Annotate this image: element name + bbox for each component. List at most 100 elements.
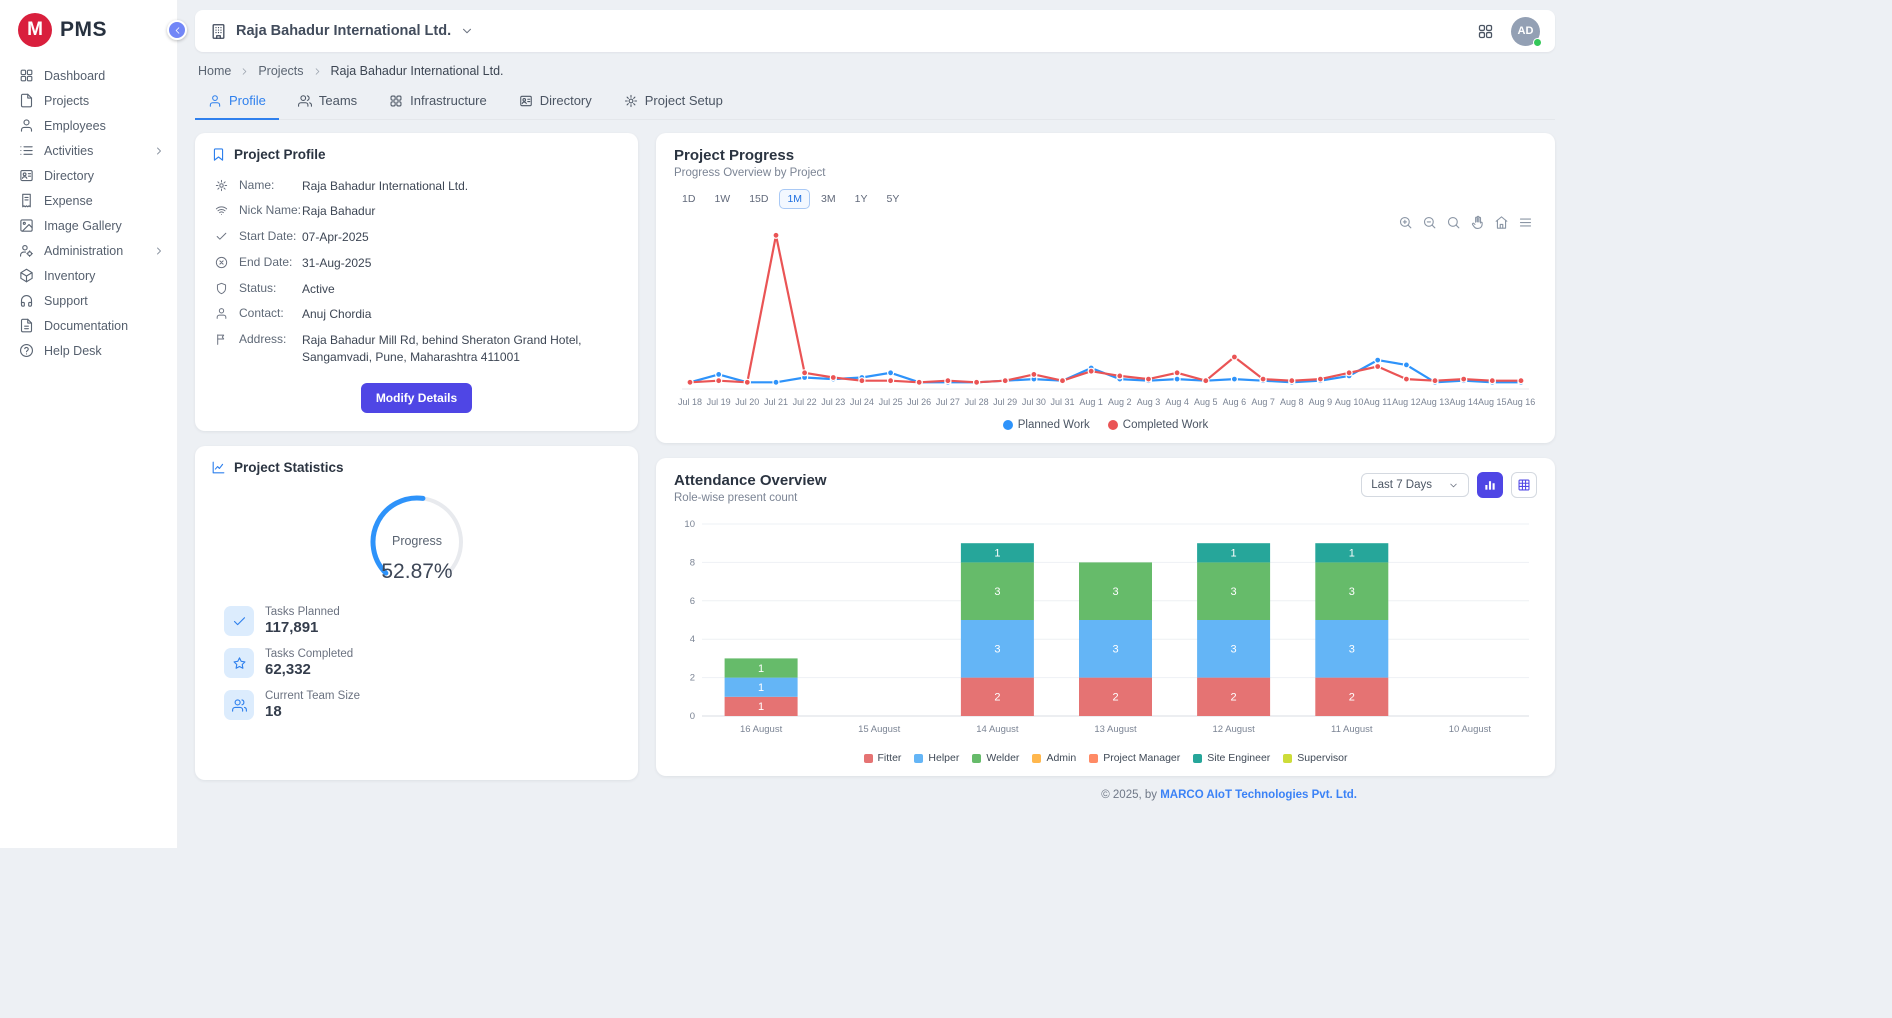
footer: © 2025, by MARCO AIoT Technologies Pvt. …	[195, 789, 1555, 807]
app-logo[interactable]: M PMS	[0, 0, 177, 59]
legend-item-welder[interactable]: Welder	[972, 752, 1019, 764]
home-icon[interactable]	[1494, 215, 1509, 230]
sidebar-item-employees[interactable]: Employees	[0, 113, 177, 138]
user-icon	[215, 307, 239, 320]
tab-teams[interactable]: Teams	[285, 84, 370, 120]
legend-item-helper[interactable]: Helper	[914, 752, 959, 764]
sidebar: M PMS Dashboard Projects EmployeesActiviti…	[0, 0, 178, 848]
svg-text:1: 1	[1231, 548, 1237, 560]
content-area: Project Profile Name:Raja Bahadur Intern…	[195, 133, 1555, 780]
legend-marker	[1108, 420, 1118, 430]
card-title: Project Statistics	[234, 460, 344, 475]
profile-field-name: Name:Raja Bahadur International Ltd.	[211, 173, 622, 199]
menu-icon[interactable]	[1518, 215, 1533, 230]
range-button-1y[interactable]: 1Y	[847, 189, 876, 209]
legend-item-supervisor[interactable]: Supervisor	[1283, 752, 1347, 764]
legend-item-fitter[interactable]: Fitter	[864, 752, 902, 764]
sidebar-item-expense[interactable]: Expense	[0, 188, 177, 213]
legend-item-completed-work[interactable]: Completed Work	[1108, 419, 1208, 431]
bar-view-button[interactable]	[1477, 472, 1503, 498]
svg-text:Aug 1: Aug 1	[1079, 397, 1103, 407]
sidebar-item-support[interactable]: Support	[0, 288, 177, 313]
card-subtitle: Progress Overview by Project	[674, 167, 1537, 179]
svg-text:Aug 6: Aug 6	[1223, 397, 1247, 407]
tab-directory[interactable]: Directory	[506, 84, 605, 120]
sidebar-item-dashboard[interactable]: Dashboard	[0, 63, 177, 88]
sidebar-item-projects[interactable]: Projects	[0, 88, 177, 113]
user-avatar[interactable]: AD	[1511, 17, 1540, 46]
svg-text:Aug 3: Aug 3	[1137, 397, 1161, 407]
svg-text:Aug 4: Aug 4	[1165, 397, 1189, 407]
legend-item-planned-work[interactable]: Planned Work	[1003, 419, 1090, 431]
svg-text:6: 6	[690, 596, 695, 607]
chevron-down-icon	[1448, 480, 1459, 491]
sidebar-item-label: Support	[44, 294, 88, 308]
sidebar-item-help-desk[interactable]: Help Desk	[0, 338, 177, 363]
legend-item-project-manager[interactable]: Project Manager	[1089, 752, 1180, 764]
check-icon	[224, 606, 254, 636]
footer-link[interactable]: MARCO AIoT Technologies Pvt. Ltd.	[1160, 789, 1357, 801]
breadcrumb-item-home[interactable]: Home	[198, 64, 231, 78]
star-icon	[224, 648, 254, 678]
box-icon	[19, 268, 34, 283]
range-button-3m[interactable]: 3M	[813, 189, 844, 209]
sidebar-item-documentation[interactable]: Documentation	[0, 313, 177, 338]
zoom-out-icon[interactable]	[1422, 215, 1437, 230]
range-button-15d[interactable]: 15D	[741, 189, 776, 209]
svg-text:2: 2	[690, 673, 695, 684]
attendance-controls: Last 7 Days	[1361, 472, 1537, 498]
contact-icon	[519, 94, 533, 108]
svg-text:Jul 26: Jul 26	[907, 397, 931, 407]
profile-field-nick-name: Nick Name:Raja Bahadur	[211, 199, 622, 225]
tab-infrastructure[interactable]: Infrastructure	[376, 84, 500, 120]
breadcrumb-item-projects[interactable]: Projects	[258, 64, 303, 78]
attendance-range-select[interactable]: Last 7 Days	[1361, 473, 1469, 497]
svg-text:Aug 11: Aug 11	[1364, 397, 1392, 407]
sidebar-item-administration[interactable]: Administration	[0, 238, 177, 263]
sidebar-item-label: Help Desk	[44, 344, 102, 358]
legend-item-admin[interactable]: Admin	[1032, 752, 1076, 764]
sidebar-collapse-button[interactable]	[167, 20, 187, 40]
apps-grid-icon[interactable]	[1477, 23, 1494, 40]
sidebar-item-activities[interactable]: Activities	[0, 138, 177, 163]
user-icon	[19, 118, 34, 133]
legend-label: Welder	[986, 752, 1019, 764]
range-button-1w[interactable]: 1W	[706, 189, 738, 209]
range-button-1m[interactable]: 1M	[779, 189, 810, 209]
zoom-selection-icon[interactable]	[1446, 215, 1461, 230]
profile-field-value: Raja Bahadur International Ltd.	[302, 178, 618, 195]
table-view-button[interactable]	[1511, 472, 1537, 498]
legend-item-site-engineer[interactable]: Site Engineer	[1193, 752, 1270, 764]
project-profile-card: Project Profile Name:Raja Bahadur Intern…	[195, 133, 638, 431]
headset-icon	[19, 293, 34, 308]
tab-project-setup[interactable]: Project Setup	[611, 84, 736, 120]
project-statistics-card: Project Statistics Progress52.87% Tasks …	[195, 446, 638, 780]
legend-marker	[1283, 754, 1292, 763]
svg-text:3: 3	[1349, 644, 1355, 656]
svg-text:1: 1	[994, 548, 1000, 560]
table-icon	[1517, 478, 1531, 492]
tab-label: Project Setup	[645, 93, 723, 108]
sidebar-item-image-gallery[interactable]: Image Gallery	[0, 213, 177, 238]
contact-icon	[19, 168, 34, 183]
apps-icon	[389, 94, 403, 108]
modify-details-button[interactable]: Modify Details	[361, 383, 472, 413]
sidebar-item-directory[interactable]: Directory	[0, 163, 177, 188]
zoom-in-icon[interactable]	[1398, 215, 1413, 230]
tab-profile[interactable]: Profile	[195, 84, 279, 120]
pan-icon[interactable]	[1470, 215, 1485, 230]
sidebar-item-label: Projects	[44, 94, 89, 108]
sidebar-item-inventory[interactable]: Inventory	[0, 263, 177, 288]
legend-label: Planned Work	[1018, 419, 1090, 431]
range-selector: 1D1W15D1M3M1Y5Y	[674, 189, 1537, 209]
range-button-5y[interactable]: 5Y	[878, 189, 907, 209]
company-selector[interactable]: Raja Bahadur International Ltd.	[210, 23, 474, 40]
range-button-1d[interactable]: 1D	[674, 189, 703, 209]
svg-text:16 August: 16 August	[740, 724, 783, 735]
logo-text: PMS	[60, 18, 107, 42]
users-icon	[224, 690, 254, 720]
chevron-right-icon	[153, 145, 165, 157]
svg-text:3: 3	[994, 644, 1000, 656]
svg-text:Jul 21: Jul 21	[764, 397, 788, 407]
tab-label: Teams	[319, 93, 357, 108]
